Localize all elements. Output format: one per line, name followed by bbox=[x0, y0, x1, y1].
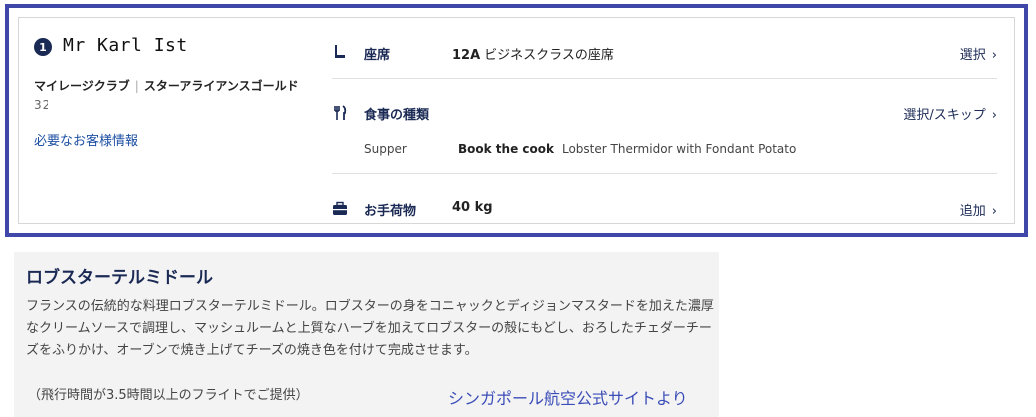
baggage-label: お手荷物 bbox=[364, 204, 417, 219]
panel-title: ロブスターテルミドール bbox=[26, 268, 213, 288]
required-info-link[interactable]: 必要なお客様情報 bbox=[34, 130, 138, 149]
mileage-info: マイレージクラブ | スターアライアンスゴールド bbox=[34, 77, 299, 94]
baggage-icon bbox=[332, 201, 348, 217]
highlight-frame: 1 Mr Karl Ist マイレージクラブ|スターアライアンスゴールド 327… bbox=[5, 4, 1028, 237]
seat-number: 12A bbox=[452, 48, 481, 63]
mileage-club: マイレージクラブ bbox=[34, 79, 130, 93]
passenger-card: 1 Mr Karl Ist マイレージクラブ|スターアライアンスゴールド 327… bbox=[18, 17, 1015, 224]
meal-select-skip-button[interactable]: 選択/スキップ › bbox=[903, 104, 997, 123]
row-divider bbox=[332, 78, 997, 79]
meal-description-panel: ロブスターテルミドール フランスの伝統的な料理ロブスターテルミドール。ロブスター… bbox=[14, 252, 719, 417]
panel-note: （飛行時間が3.5時間以上のフライトでご提供） bbox=[28, 388, 309, 403]
panel-description: フランスの伝統的な料理ロブスターテルミドール。ロブスターの身をコニャックとディジ… bbox=[26, 299, 714, 358]
meal-select-label: 選択/スキップ bbox=[903, 108, 986, 123]
seat-icon bbox=[332, 44, 348, 60]
passenger-number-badge: 1 bbox=[34, 38, 52, 56]
meal-label: 食事の種類 bbox=[364, 108, 430, 123]
member-number-redaction bbox=[48, 96, 128, 112]
meal-service: Book the cook bbox=[458, 142, 554, 156]
membership-tier: スターアライアンスゴールド bbox=[143, 79, 299, 93]
cutlery-icon bbox=[332, 105, 348, 121]
panel-source: シンガポール航空公式サイトより bbox=[448, 389, 688, 408]
passenger-name: Mr Karl Ist bbox=[63, 35, 188, 56]
seat-label: 座席 bbox=[364, 48, 391, 63]
baggage-add-button[interactable]: 追加 › bbox=[960, 200, 997, 219]
mileage-separator: | bbox=[134, 79, 139, 93]
chevron-right-icon: › bbox=[991, 48, 997, 63]
row-divider bbox=[332, 173, 997, 174]
chevron-right-icon: › bbox=[991, 108, 997, 123]
seat-class: ビジネスクラスの座席 bbox=[484, 48, 614, 63]
baggage-value: 40 kg bbox=[452, 200, 497, 215]
seat-select-button[interactable]: 選択 › bbox=[960, 44, 997, 63]
chevron-right-icon: › bbox=[991, 204, 997, 219]
seat-value: 12A ビジネスクラスの座席 bbox=[452, 44, 614, 63]
meal-selection: Supper Book the cook Lobster Thermidor wit… bbox=[364, 142, 796, 156]
meal-name: Lobster Thermidor with Fondant Potato bbox=[561, 142, 797, 156]
baggage-add-label: 追加 bbox=[959, 204, 986, 219]
seat-select-label: 選択 bbox=[959, 48, 986, 63]
baggage-weight: 40 kg bbox=[452, 200, 493, 215]
meal-type: Supper bbox=[364, 142, 407, 156]
